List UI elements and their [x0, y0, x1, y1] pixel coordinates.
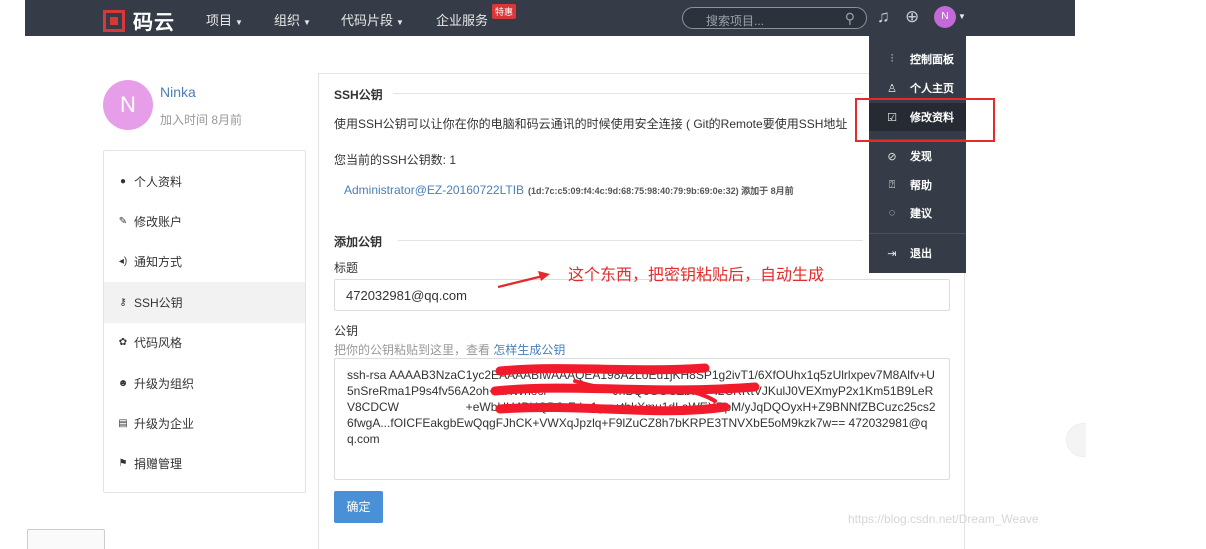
sidebar-item-upgrade-enterprise[interactable]: ▤ 升级为企业 — [104, 403, 305, 444]
add-key-section-title: 添加公钥 — [334, 235, 383, 249]
annotation-arrow — [497, 271, 550, 289]
sidebar-item-donations[interactable]: ⚑ 捐赠管理 — [104, 443, 305, 484]
profile-avatar[interactable]: N — [103, 80, 153, 130]
avatar[interactable]: N — [934, 6, 956, 28]
caret-down-icon: ▼ — [303, 18, 311, 27]
bell-icon[interactable]: ♫ — [877, 7, 890, 27]
style-icon: ✿ — [118, 337, 128, 348]
sidebar-item-label: 捐赠管理 — [134, 457, 183, 471]
menu-item-label: 建议 — [910, 208, 932, 220]
menu-divider — [869, 233, 966, 234]
key-hint: 把你的公钥粘贴到这里，查看 怎样生成公钥 — [334, 341, 565, 358]
confirm-button[interactable]: 确定 — [334, 491, 383, 523]
sidebar-item-label: 升级为企业 — [134, 417, 195, 431]
how-to-generate-link[interactable]: 怎样生成公钥 — [493, 343, 565, 357]
top-navbar: 码云 项目 ▼ 组织 ▼ 代码片段 ▼ 企业服务 特惠 搜索项目... ⚲ ♫ ⊕ N… — [25, 0, 1075, 36]
sidebar-item-label: 升级为组织 — [134, 377, 195, 391]
settings-sidebar: ● 个人资料 ✎ 修改账户 ◂) 通知方式 ⚷ SSH公钥 ✿ 代码风格 ☻ 升级为组织 ▤… — [103, 150, 306, 493]
side-float-tab[interactable] — [1066, 423, 1086, 457]
key-icon: ⚷ — [119, 297, 127, 308]
key-label: 公钥 — [334, 324, 359, 338]
chat-icon: ◌ — [888, 207, 896, 219]
menu-item-dashboard[interactable]: ⫶ 控制面板 — [869, 45, 966, 73]
menu-item-label: 发现 — [910, 151, 932, 163]
user-icon: ♙ — [887, 82, 897, 95]
nav-item-snippets[interactable]: 代码片段 ▼ — [341, 10, 404, 29]
pencil-icon: ✎ — [118, 216, 128, 227]
nav-item-label: 项目 — [206, 13, 233, 28]
user-name[interactable]: Ninka — [160, 84, 196, 100]
sidebar-item-notifications[interactable]: ◂) 通知方式 — [104, 241, 305, 282]
plus-circle-icon[interactable]: ⊕ — [905, 7, 919, 27]
sidebar-item-label: SSH公钥 — [134, 296, 183, 310]
annotation-text: 这个东西，把密钥粘贴后，自动生成 — [568, 265, 825, 284]
annotation-highlight-box — [855, 98, 995, 142]
sidebar-item-label: 通知方式 — [134, 255, 183, 269]
search-input[interactable]: 搜索项目... ⚲ — [682, 7, 867, 29]
logo[interactable]: 码云 — [103, 6, 175, 35]
nav-item-enterprise[interactable]: 企业服务 — [436, 10, 488, 29]
menu-item-label: 帮助 — [910, 180, 932, 192]
existing-key-meta: (1d:7c:c5:09:f4:4c:9d:68:75:98:40:79:9b:… — [528, 186, 794, 196]
speaker-icon: ◂) — [118, 256, 128, 267]
redaction-scribble — [490, 363, 760, 416]
menu-item-logout[interactable]: ⇥ 退出 — [869, 239, 966, 267]
user-dropdown-menu: ⫶ 控制面板 ♙ 个人主页 ☑ 修改资料 ⊘ 发现 ⍰ 帮助 ◌ 建议 ⇥ 退出 — [869, 36, 966, 273]
search-placeholder: 搜索项目... — [706, 14, 765, 28]
horizontal-scrollbar[interactable] — [27, 529, 105, 549]
nav-item-label: 企业服务 — [436, 13, 489, 28]
menu-item-label: 个人主页 — [910, 83, 954, 95]
logo-icon — [103, 9, 125, 32]
menu-item-label: 退出 — [910, 248, 932, 260]
help-icon: ⍰ — [888, 178, 896, 191]
ssh-key-count: 您当前的SSH公钥数: 1 — [334, 153, 457, 167]
menu-item-feedback[interactable]: ◌ 建议 — [869, 199, 966, 227]
title-label: 标题 — [334, 261, 359, 275]
section-divider — [398, 240, 863, 241]
hot-badge: 特惠 — [492, 4, 517, 19]
sidebar-item-upgrade-org[interactable]: ☻ 升级为组织 — [104, 363, 305, 404]
sidebar-item-code-style[interactable]: ✿ 代码风格 — [104, 322, 305, 363]
compass-icon: ⊘ — [887, 150, 897, 163]
join-time: 加入时间 8月前 — [160, 113, 243, 127]
existing-key[interactable]: Administrator@EZ-20160722LTIB (1d:7c:c5:0… — [344, 183, 794, 197]
person-icon: ● — [119, 176, 127, 187]
sidebar-item-ssh-keys[interactable]: ⚷ SSH公钥 — [104, 282, 305, 323]
key-hint-text: 把你的公钥粘贴到这里，查看 — [334, 343, 494, 357]
building-icon: ▤ — [118, 418, 128, 429]
logo-text: 码云 — [133, 12, 175, 34]
nav-item-projects[interactable]: 项目 ▼ — [206, 10, 243, 29]
gift-icon: ⚑ — [118, 458, 128, 469]
ssh-section-title: SSH公钥 — [334, 88, 383, 102]
caret-down-icon: ▼ — [235, 18, 243, 27]
group-icon: ☻ — [117, 378, 129, 389]
sidebar-item-profile[interactable]: ● 个人资料 — [104, 161, 305, 202]
section-divider — [393, 93, 863, 94]
nav-item-organizations[interactable]: 组织 ▼ — [274, 10, 311, 29]
sidebar-item-label: 代码风格 — [134, 336, 183, 350]
ssh-description: 使用SSH公钥可以让你在你的电脑和码云通讯的时候使用安全连接 ( Git的Rem… — [334, 117, 848, 131]
menu-item-help[interactable]: ⍰ 帮助 — [869, 171, 966, 199]
sidebar-item-label: 修改账户 — [134, 215, 183, 229]
sidebar-item-label: 个人资料 — [134, 175, 183, 189]
dashboard-icon: ⫶ — [890, 52, 894, 65]
logout-icon: ⇥ — [887, 247, 897, 260]
sidebar-item-account[interactable]: ✎ 修改账户 — [104, 201, 305, 242]
nav-item-label: 组织 — [274, 13, 301, 28]
search-icon[interactable]: ⚲ — [845, 10, 855, 27]
caret-down-icon[interactable]: ▼ — [958, 12, 966, 21]
caret-down-icon: ▼ — [396, 18, 404, 27]
watermark: https://blog.csdn.net/Dream_Weave — [848, 512, 1039, 526]
menu-item-label: 控制面板 — [910, 54, 954, 66]
nav-item-label: 代码片段 — [341, 13, 394, 28]
existing-key-name[interactable]: Administrator@EZ-20160722LTIB — [344, 183, 524, 197]
menu-item-discover[interactable]: ⊘ 发现 — [869, 142, 966, 170]
